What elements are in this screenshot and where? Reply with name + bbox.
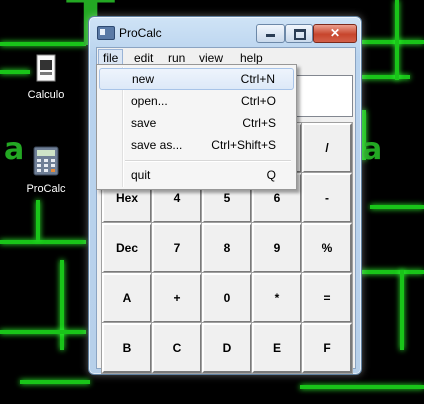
key-divide[interactable]: / bbox=[302, 123, 352, 173]
key-b[interactable]: B bbox=[102, 323, 152, 373]
key-9[interactable]: 9 bbox=[252, 223, 302, 273]
neon-line bbox=[60, 260, 64, 350]
document-icon bbox=[36, 54, 56, 82]
key-d[interactable]: D bbox=[202, 323, 252, 373]
calculator-icon bbox=[33, 146, 59, 176]
menu-item-save[interactable]: save Ctrl+S bbox=[99, 112, 294, 134]
minimize-button[interactable] bbox=[256, 24, 285, 43]
menu-item-label: save bbox=[131, 116, 157, 130]
menu-item-shortcut: Ctrl+N bbox=[240, 72, 275, 86]
menu-item-label: open... bbox=[131, 94, 168, 108]
close-icon: ✕ bbox=[329, 26, 341, 40]
menu-item-new[interactable]: new Ctrl+N bbox=[99, 68, 294, 90]
file-dropdown-menu: new Ctrl+N open... Ctrl+O save Ctrl+S sa… bbox=[96, 64, 297, 190]
neon-line bbox=[20, 380, 90, 384]
title-bar[interactable]: ProCalc ✕ bbox=[89, 17, 361, 47]
menu-item-label: quit bbox=[131, 168, 151, 182]
wallpaper-shape: a bbox=[362, 132, 382, 167]
neon-line bbox=[360, 270, 424, 274]
menu-item-shortcut: Ctrl+Shift+S bbox=[211, 138, 276, 152]
close-button[interactable]: ✕ bbox=[313, 24, 357, 43]
key-7[interactable]: 7 bbox=[152, 223, 202, 273]
menu-separator bbox=[125, 160, 291, 162]
neon-line bbox=[0, 240, 86, 244]
key-8[interactable]: 8 bbox=[202, 223, 252, 273]
menu-item-open[interactable]: open... Ctrl+O bbox=[99, 90, 294, 112]
desktop-icon-label: Calculo bbox=[27, 89, 65, 101]
key-c[interactable]: C bbox=[152, 323, 202, 373]
key-0[interactable]: 0 bbox=[202, 273, 252, 323]
key-minus[interactable]: - bbox=[302, 173, 352, 223]
minimize-icon bbox=[266, 34, 275, 37]
window-title: ProCalc bbox=[119, 26, 162, 40]
key-e[interactable]: E bbox=[252, 323, 302, 373]
maximize-button[interactable] bbox=[285, 24, 313, 43]
maximize-icon bbox=[294, 29, 306, 40]
menu-item-label: new bbox=[132, 72, 155, 86]
neon-line bbox=[360, 40, 424, 44]
neon-line bbox=[400, 270, 404, 350]
neon-line bbox=[395, 0, 399, 80]
neon-line bbox=[370, 205, 424, 209]
menu-item-shortcut: Q bbox=[266, 168, 276, 182]
calculator-display[interactable] bbox=[293, 75, 353, 117]
key-dec[interactable]: Dec bbox=[102, 223, 152, 273]
key-a[interactable]: A bbox=[102, 273, 152, 323]
menu-item-quit[interactable]: quit Q bbox=[99, 164, 294, 186]
menu-item-shortcut: Ctrl+S bbox=[242, 116, 276, 130]
desktop-icon-label: ProCalc bbox=[26, 183, 66, 195]
key-multiply[interactable]: * bbox=[252, 273, 302, 323]
menu-item-label: save as... bbox=[131, 138, 183, 152]
key-equals[interactable]: = bbox=[302, 273, 352, 323]
neon-line bbox=[360, 75, 410, 79]
neon-line bbox=[0, 330, 86, 334]
app-icon bbox=[97, 26, 115, 40]
key-f[interactable]: F bbox=[302, 323, 352, 373]
desktop-icon-calculo[interactable]: Calculo bbox=[16, 54, 76, 101]
neon-line bbox=[300, 385, 424, 389]
key-plus[interactable]: + bbox=[152, 273, 202, 323]
menu-item-save-as[interactable]: save as... Ctrl+Shift+S bbox=[99, 134, 294, 156]
key-percent[interactable]: % bbox=[302, 223, 352, 273]
desktop-icon-procalc[interactable]: ProCalc bbox=[16, 146, 76, 195]
menu-item-shortcut: Ctrl+O bbox=[240, 94, 276, 108]
neon-line bbox=[36, 200, 40, 240]
